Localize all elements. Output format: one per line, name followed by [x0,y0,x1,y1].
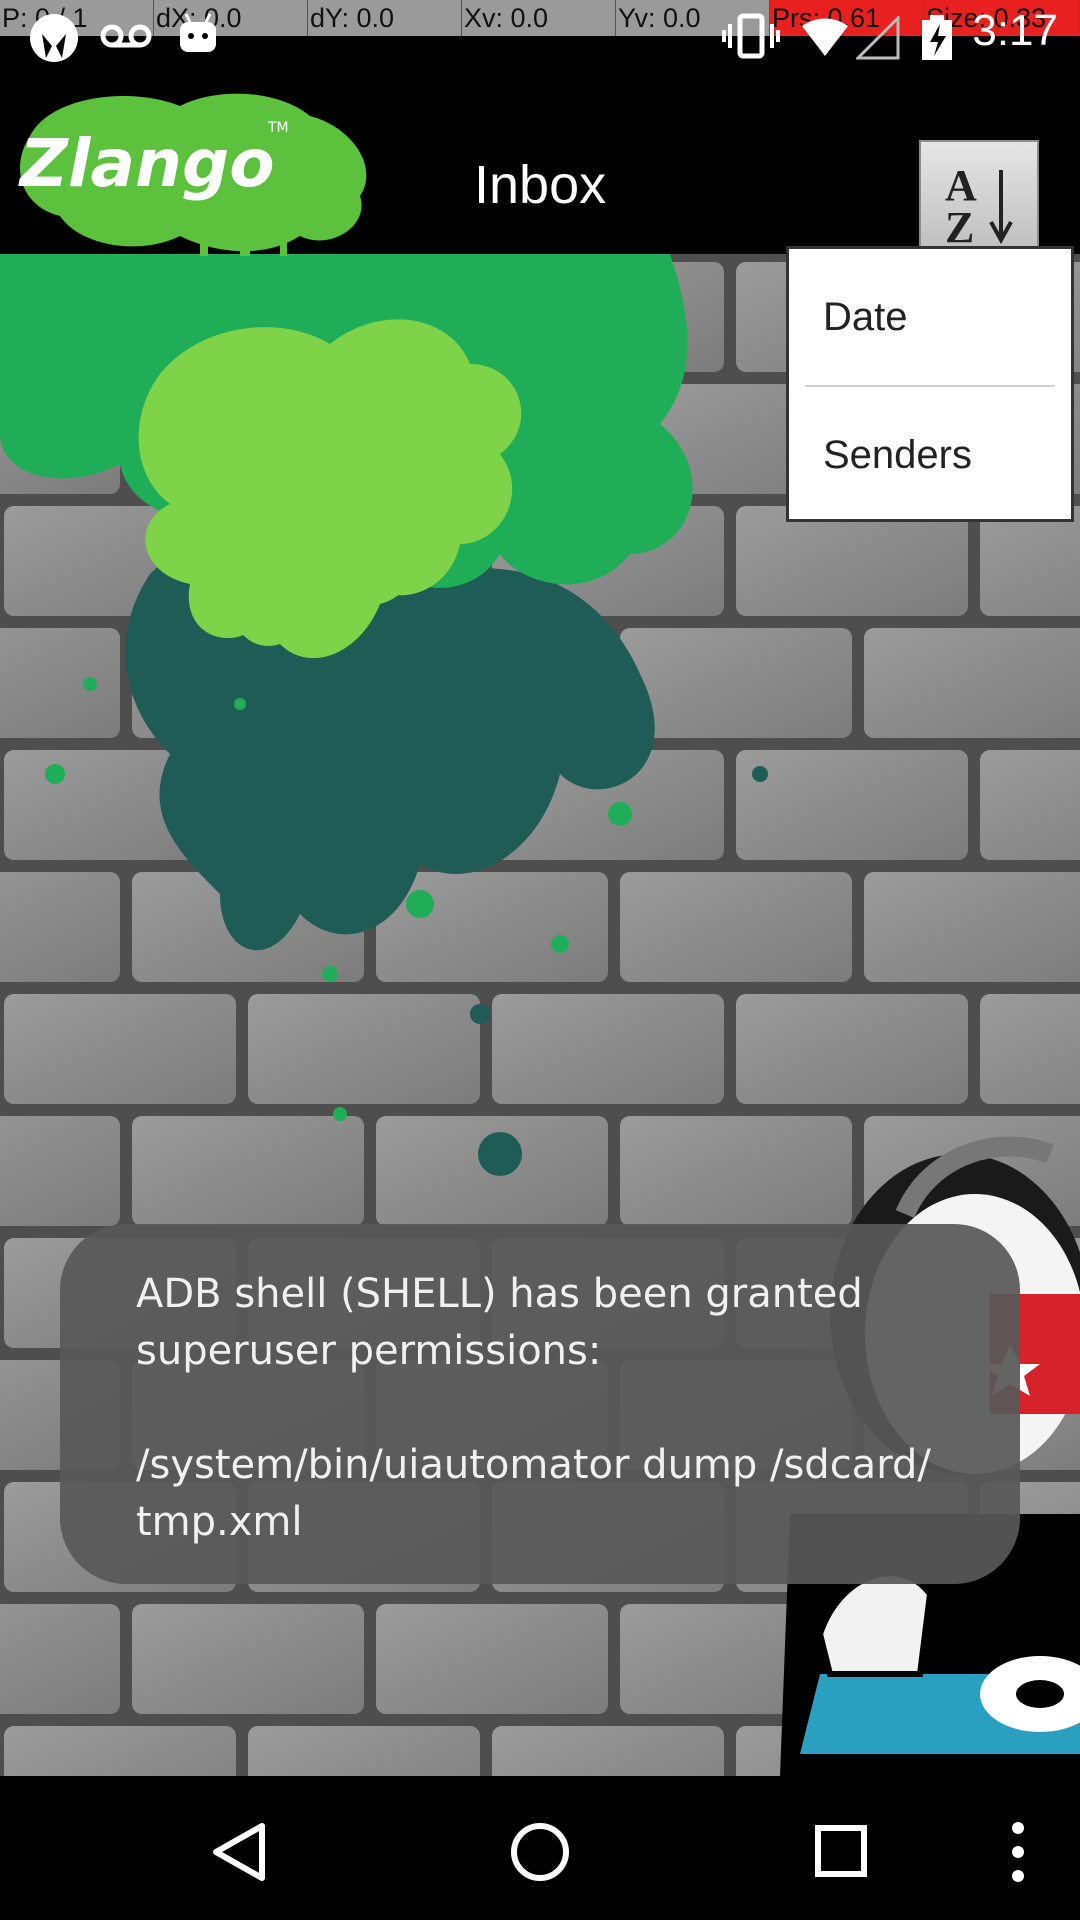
brick [132,1116,364,1226]
debug-pressure: Prs: 0.61 [770,0,924,36]
svg-text:TM: TM [267,120,289,136]
menu-item-date[interactable]: Date [789,249,1071,379]
menu-item-senders[interactable]: Senders [789,387,1071,517]
brick [980,506,1080,616]
brick [980,994,1080,1104]
brick [0,1116,120,1226]
brick [0,1604,120,1714]
brick [132,1604,364,1714]
debug-yv: Yv: 0.0 [616,0,770,36]
screen: Zlango TM Inbox A Z Date Senders ADB she… [0,0,1080,1920]
brick [376,872,608,982]
brick [492,1726,724,1776]
brick [376,1604,608,1714]
brick [736,506,968,616]
brick [620,628,852,738]
debug-pointer: P: 0 / 1 [0,0,154,36]
brick [0,872,120,982]
brick [4,1726,236,1776]
menu-item-label: Date [823,295,908,339]
brick [980,750,1080,860]
brick [492,994,724,1104]
debug-dx: dX: 0.0 [154,0,308,36]
recents-icon[interactable] [814,1824,868,1878]
brick [4,994,236,1104]
brick [620,872,852,982]
navigation-bar [0,1776,1080,1920]
app-toolbar: Zlango TM Inbox A Z [0,36,1080,260]
home-icon[interactable] [508,1820,572,1884]
brick [736,994,968,1104]
pointer-location-overlay: P: 0 / 1 dX: 0.0 dY: 0.0 Xv: 0.0 Yv: 0.0… [0,0,1080,36]
superuser-toast: ADB shell (SHELL) has been granted super… [60,1224,1020,1584]
toast-message: ADB shell (SHELL) has been granted super… [136,1271,931,1545]
brick [248,1726,480,1776]
svg-text:Zlango: Zlango [18,125,275,202]
debug-xv: Xv: 0.0 [462,0,616,36]
zlango-logo: Zlango TM [18,93,367,256]
brick [248,994,480,1104]
back-icon[interactable] [210,1822,270,1882]
sort-popup-menu: Date Senders [786,246,1074,522]
brick [864,628,1080,738]
brick [620,1116,852,1226]
brick [864,872,1080,982]
brick [0,628,120,738]
page-title: Inbox [474,155,607,215]
sort-down-arrow-icon [989,170,1013,245]
debug-size: Size: 0.33 [924,0,1080,36]
brick [736,750,968,860]
sort-button[interactable]: A Z [919,140,1039,260]
overflow-menu-icon[interactable] [1006,1820,1030,1884]
debug-dy: dY: 0.0 [308,0,462,36]
menu-item-label: Senders [823,433,972,477]
